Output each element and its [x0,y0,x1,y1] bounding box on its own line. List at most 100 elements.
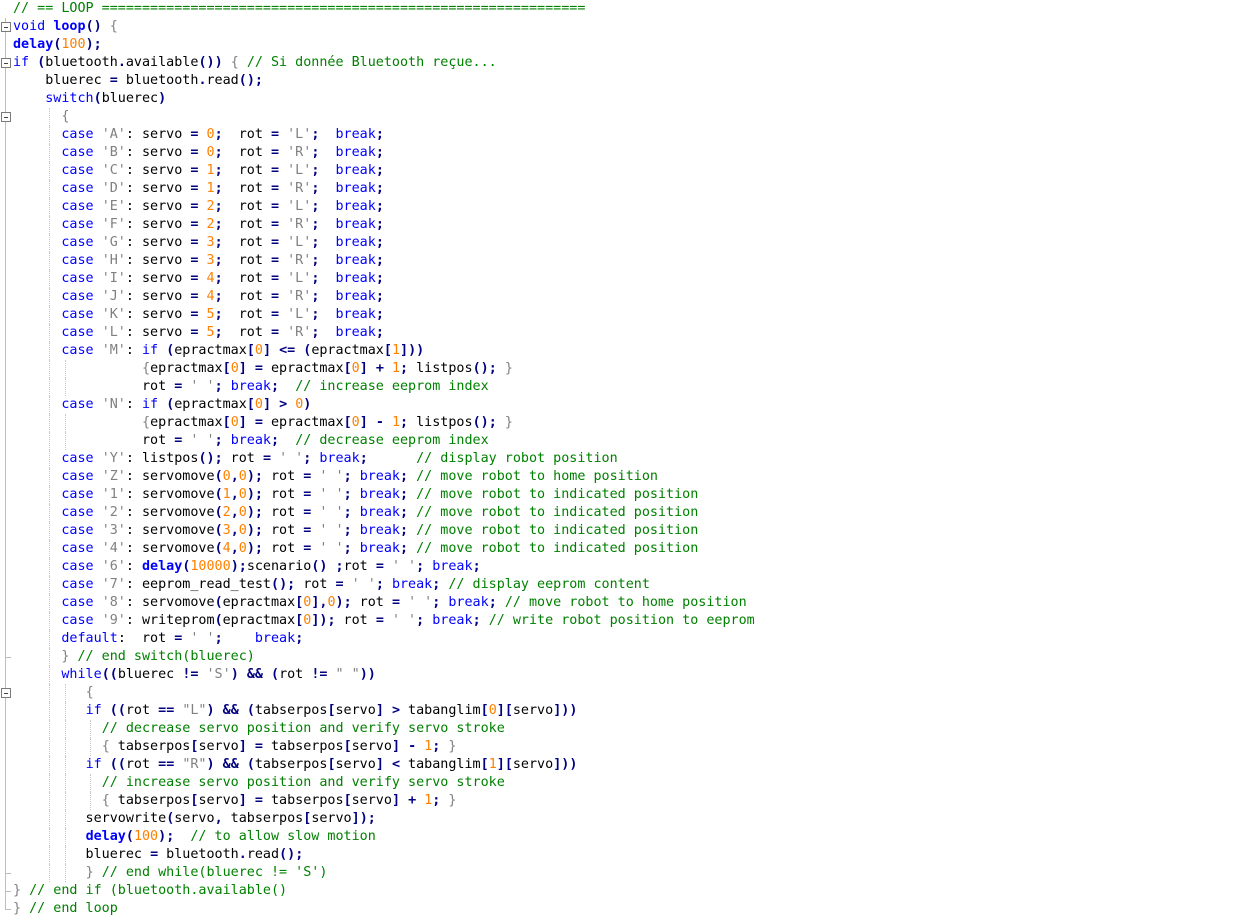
code-text: case 'B': servo = 0; rot = 'R'; break; [61,145,384,160]
code-text: { tabserpos[servo] = tabserpos[servo] + … [101,793,457,808]
code-line[interactable]: case 'Y': listpos(); rot = ' '; break; /… [13,450,755,468]
code-line[interactable]: case 'N': if (epractmax[0] > 0) [13,396,755,414]
code-line[interactable]: // increase servo position and verify se… [13,774,755,792]
code-line[interactable]: delay(100); [13,36,755,54]
code-line[interactable]: while((bluerec != 'S') && (rot != " ")) [13,666,755,684]
code-line[interactable]: if ((rot == "L") && (tabserpos[servo] > … [13,702,755,720]
code-line[interactable]: } // end if (bluetooth.available() [13,882,755,900]
indent-guide [49,738,51,756]
code-line[interactable]: { tabserpos[servo] = tabserpos[servo] - … [13,738,755,756]
code-text: if (bluetooth.available()) { // Si donné… [13,55,497,70]
indent-guide [65,684,67,702]
code-line[interactable]: } // end switch(bluerec) [13,648,755,666]
code-text: case '4': servomove(4,0); rot = ' '; bre… [61,541,699,556]
code-line[interactable]: case 'H': servo = 3; rot = 'R'; break; [13,252,755,270]
code-line[interactable]: case 'G': servo = 3; rot = 'L'; break; [13,234,755,252]
indent-guide [65,738,67,756]
indent-guide [49,324,51,342]
code-line[interactable]: case '2': servomove(2,0); rot = ' '; bre… [13,504,755,522]
code-line[interactable]: servowrite(servo, tabserpos[servo]); [13,810,755,828]
indent-guide [49,198,51,216]
code-line[interactable]: if (bluetooth.available()) { // Si donné… [13,54,755,72]
indent-guide [49,396,51,414]
code-line[interactable]: case '6': delay(10000);scenario() ;rot =… [13,558,755,576]
code-text: case 'Z': servomove(0,0); rot = ' '; bre… [61,469,658,484]
code-line[interactable]: if ((rot == "R") && (tabserpos[servo] < … [13,756,755,774]
code-line[interactable]: { [13,684,755,702]
code-line[interactable]: case 'F': servo = 2; rot = 'R'; break; [13,216,755,234]
indent-guide [49,594,51,612]
code-line[interactable]: { tabserpos[servo] = tabserpos[servo] + … [13,792,755,810]
indent-guide [49,702,51,720]
indent-guide [49,108,51,126]
code-text: case 'I': servo = 4; rot = 'L'; break; [61,271,384,286]
indent-guide [49,846,51,864]
indent-guide [49,720,51,738]
indent-guide [49,684,51,702]
code-line[interactable]: case 'K': servo = 5; rot = 'L'; break; [13,306,755,324]
code-text: case 'E': servo = 2; rot = 'L'; break; [61,199,384,214]
code-line[interactable]: case '9': writeprom(epractmax[0]); rot =… [13,612,755,630]
code-line[interactable]: bluerec = bluetooth.read(); [13,846,755,864]
code-text: servowrite(servo, tabserpos[servo]); [13,811,376,826]
code-line[interactable]: case 'J': servo = 4; rot = 'R'; break; [13,288,755,306]
code-line[interactable]: case 'M': if (epractmax[0] <= (epractmax… [13,342,755,360]
fold-guide-line [5,18,6,910]
code-line[interactable]: case 'L': servo = 5; rot = 'R'; break; [13,324,755,342]
code-line[interactable]: // == LOOP =============================… [13,0,755,18]
code-text: case 'Y': listpos(); rot = ' '; break; /… [61,451,618,466]
code-line[interactable]: bluerec = bluetooth.read(); [13,72,755,90]
code-line[interactable]: { [13,108,755,126]
indent-guide [65,720,67,738]
code-text: case '3': servomove(3,0); rot = ' '; bre… [61,523,699,538]
indent-guide [65,432,67,450]
code-line[interactable]: delay(100); // to allow slow motion [13,828,755,846]
indent-guide [49,648,51,666]
code-line[interactable]: } // end while(bluerec != 'S') [13,864,755,882]
code-text: default: rot = ' '; break; [61,631,304,646]
code-text: case 'F': servo = 2; rot = 'R'; break; [61,217,384,232]
code-text: case 'J': servo = 4; rot = 'R'; break; [61,289,384,304]
fold-toggle-while-icon[interactable] [1,688,11,698]
code-line[interactable]: case '4': servomove(4,0); rot = ' '; bre… [13,540,755,558]
code-text: } // end if (bluetooth.available() [13,883,288,898]
code-text: while((bluerec != 'S') && (rot != " ")) [61,667,376,682]
code-line[interactable]: case '3': servomove(3,0); rot = ' '; bre… [13,522,755,540]
code-line[interactable]: case 'C': servo = 1; rot = 'L'; break; [13,162,755,180]
code-line[interactable]: void loop() { [13,18,755,36]
indent-guide [49,486,51,504]
code-text: bluerec = bluetooth.read(); [13,847,304,862]
code-text: {epractmax[0] = epractmax[0] - 1; listpo… [142,415,513,430]
code-line[interactable]: case '8': servomove(epractmax[0],0); rot… [13,594,755,612]
indent-guide [49,576,51,594]
code-text: case 'M': if (epractmax[0] <= (epractmax… [61,343,425,358]
code-line[interactable]: case 'I': servo = 4; rot = 'L'; break; [13,270,755,288]
code-line[interactable]: case 'A': servo = 0; rot = 'L'; break; [13,126,755,144]
code-line[interactable]: case 'E': servo = 2; rot = 'L'; break; [13,198,755,216]
fold-toggle-if-icon[interactable] [1,58,11,68]
code-line[interactable]: case 'B': servo = 0; rot = 'R'; break; [13,144,755,162]
code-lines[interactable]: // == LOOP =============================… [13,0,755,918]
code-line[interactable]: case 'D': servo = 1; rot = 'R'; break; [13,180,755,198]
indent-guide [89,720,91,738]
code-line[interactable]: } // end loop [13,900,755,918]
code-line[interactable]: rot = ' '; break; // increase eeprom ind… [13,378,755,396]
code-line[interactable]: case '1': servomove(1,0); rot = ' '; bre… [13,486,755,504]
code-line[interactable]: {epractmax[0] = epractmax[0] + 1; listpo… [13,360,755,378]
code-text: {epractmax[0] = epractmax[0] + 1; listpo… [142,361,513,376]
fold-toggle-switch-icon[interactable] [1,112,11,122]
fold-toggle-loop-icon[interactable] [1,22,11,32]
indent-guide [49,144,51,162]
indent-guide [49,774,51,792]
code-editor[interactable]: // == LOOP =============================… [0,0,1256,921]
code-line[interactable]: // decrease servo position and verify se… [13,720,755,738]
code-line[interactable]: case '7': eeprom_read_test(); rot = ' ';… [13,576,755,594]
code-line[interactable]: switch(bluerec) [13,90,755,108]
indent-guide [49,360,51,378]
code-text: case '2': servomove(2,0); rot = ' '; bre… [61,505,699,520]
code-line[interactable]: case 'Z': servomove(0,0); rot = ' '; bre… [13,468,755,486]
code-line[interactable]: default: rot = ' '; break; [13,630,755,648]
code-line[interactable]: {epractmax[0] = epractmax[0] - 1; listpo… [13,414,755,432]
indent-guide [65,360,67,378]
code-line[interactable]: rot = ' '; break; // decrease eeprom ind… [13,432,755,450]
